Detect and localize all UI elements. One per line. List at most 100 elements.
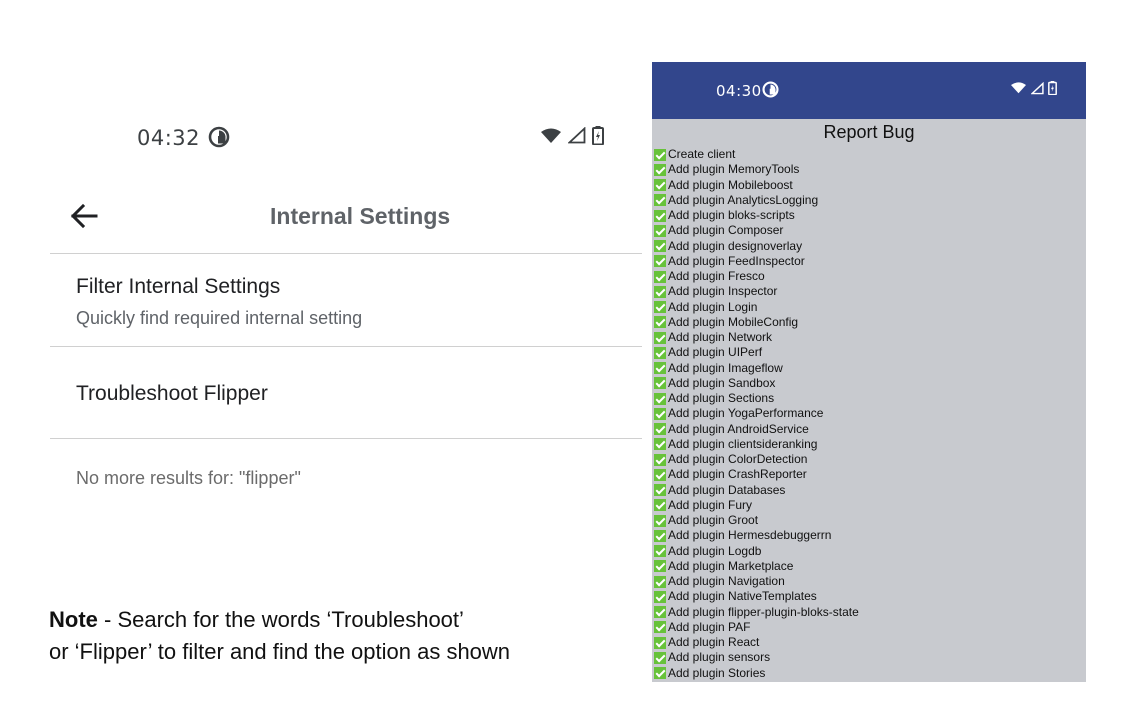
report-list-item-label: Add plugin ColorDetection (668, 452, 808, 466)
check-icon (654, 270, 666, 283)
report-list-item-label: Add plugin Login (668, 299, 758, 314)
setting-item-title: Filter Internal Settings (76, 275, 281, 298)
report-list-item-label: Add plugin Sections (668, 391, 775, 405)
app-bar: Internal Settings (50, 190, 642, 246)
report-list-item-label: Add plugin sensors (668, 650, 771, 665)
report-list-item: Add plugin Marketplace (654, 559, 1084, 574)
page-title: Internal Settings (270, 203, 451, 229)
check-icon (654, 606, 666, 619)
report-list-item-label: Add plugin Fury (668, 497, 753, 512)
battery-icon (1048, 81, 1057, 95)
check-icon (654, 499, 666, 512)
report-list-item: Add plugin Composer (654, 223, 1084, 238)
report-list-item: Add plugin Navigation (654, 574, 1084, 589)
report-list-item: Add plugin FeedInspector (654, 254, 1084, 269)
check-icon (654, 346, 666, 359)
no-more-results-text: No more results for: "flipper" (76, 468, 301, 488)
report-list-item: Add plugin UIPerf (654, 345, 1084, 360)
setting-item-title: Troubleshoot Flipper (76, 382, 268, 405)
report-list-item: Add plugin designoverlay (654, 239, 1084, 254)
report-list-item: Add plugin AnalyticsLogging (654, 193, 1084, 208)
report-list-item-label: Add plugin clientsideranking (668, 436, 818, 451)
check-icon (654, 529, 666, 542)
status-time: 04:32 (137, 126, 201, 150)
report-list-item: Add plugin MobileConfig (654, 315, 1084, 330)
divider (50, 346, 642, 347)
check-icon (654, 392, 666, 405)
report-list-item: Add plugin bloks-scripts (654, 208, 1084, 223)
note-line1: - Search for the words ‘Troubleshoot’ (97, 607, 464, 632)
report-list-item: Add plugin Imageflow (654, 361, 1084, 376)
status-time: 04:30 (716, 82, 762, 100)
report-list-item: Add plugin flipper-plugin-bloks-state (654, 605, 1084, 620)
report-list-item-label: Add plugin Marketplace (668, 558, 794, 573)
report-list-item-label: Add plugin React (668, 635, 760, 649)
report-list-item-label: Add plugin AndroidService (668, 421, 809, 436)
report-list-item-label: Add plugin MobileConfig (668, 314, 799, 329)
report-list-item: Add plugin Groot (654, 513, 1084, 528)
left-status-bar: 04:32 (0, 118, 640, 158)
report-list-item: Add plugin Fresco (654, 269, 1084, 284)
report-list-item-label: Add plugin PAF (668, 619, 751, 634)
note-text: Note - Search for the words ‘Troubleshoo… (49, 604, 510, 668)
report-list-item: Add plugin Logdb (654, 544, 1084, 559)
check-icon (654, 590, 666, 603)
check-icon (654, 255, 666, 268)
report-list-item: Add plugin CrashReporter (654, 467, 1084, 482)
wifi-icon (1011, 82, 1026, 94)
system-icons (1010, 81, 1057, 95)
report-bug-list: Create client Add plugin MemoryTools Add p… (654, 147, 1084, 681)
report-list-item-label: Add plugin CrashReporter (668, 467, 807, 482)
check-icon (654, 651, 666, 664)
check-icon (654, 209, 666, 222)
setting-item-subtitle: Quickly find required internal setting (76, 308, 363, 328)
check-icon (654, 438, 666, 451)
check-icon (654, 575, 666, 588)
check-icon (654, 667, 666, 680)
check-icon (654, 514, 666, 527)
battery-icon (592, 126, 604, 145)
report-list-item: Add plugin React (654, 635, 1084, 650)
check-icon (654, 316, 666, 329)
report-list-item-label: Add plugin bloks-scripts (668, 208, 795, 222)
check-icon (654, 560, 666, 573)
divider (50, 438, 642, 439)
check-icon (654, 377, 666, 390)
check-icon (654, 194, 666, 207)
report-list-item: Add plugin Mobileboost (654, 178, 1084, 193)
check-icon (654, 484, 666, 497)
report-list-item: Add plugin clientsideranking (654, 437, 1084, 452)
check-icon (654, 636, 666, 649)
arrow-back-icon[interactable] (66, 198, 102, 234)
report-list-item: Add plugin NativeTemplates (654, 589, 1084, 604)
check-icon (654, 453, 666, 466)
report-list-item-label: Add plugin Composer (668, 223, 784, 238)
report-list-item-label: Add plugin Groot (668, 513, 759, 527)
report-list-item-label: Add plugin AnalyticsLogging (668, 192, 819, 207)
report-list-item-label: Add plugin Sandbox (668, 375, 776, 390)
check-icon (654, 163, 666, 176)
check-icon (654, 362, 666, 375)
media-status-icon (762, 81, 779, 98)
check-icon (654, 301, 666, 314)
check-icon (654, 285, 666, 298)
report-list-item-label: Add plugin NativeTemplates (668, 589, 817, 604)
check-icon (654, 621, 666, 634)
report-bug-screen: 04:30 Report Bug Create client Add plugin… (652, 62, 1086, 682)
report-list-item-label: Add plugin Databases (668, 482, 786, 497)
right-status-bar: 04:30 (652, 62, 1086, 119)
check-icon (654, 224, 666, 237)
report-list-item: Add plugin Sandbox (654, 376, 1084, 391)
report-list-item-label: Add plugin Fresco (668, 269, 765, 283)
report-list-item: Add plugin Inspector (654, 284, 1084, 299)
report-list-item: Add plugin PAF (654, 620, 1084, 635)
report-list-item-label: Add plugin YogaPerformance (668, 406, 824, 421)
report-list-item: Add plugin MemoryTools (654, 162, 1084, 177)
report-list-item-label: Add plugin Imageflow (668, 360, 783, 375)
check-icon (654, 331, 666, 344)
report-list-item-label: Add plugin Inspector (668, 284, 778, 299)
report-list-item-label: Add plugin FeedInspector (668, 253, 805, 268)
report-list-item-label: Add plugin Navigation (668, 574, 785, 588)
note-label: Note (49, 607, 98, 632)
report-list-item-label: Add plugin Network (668, 330, 773, 344)
